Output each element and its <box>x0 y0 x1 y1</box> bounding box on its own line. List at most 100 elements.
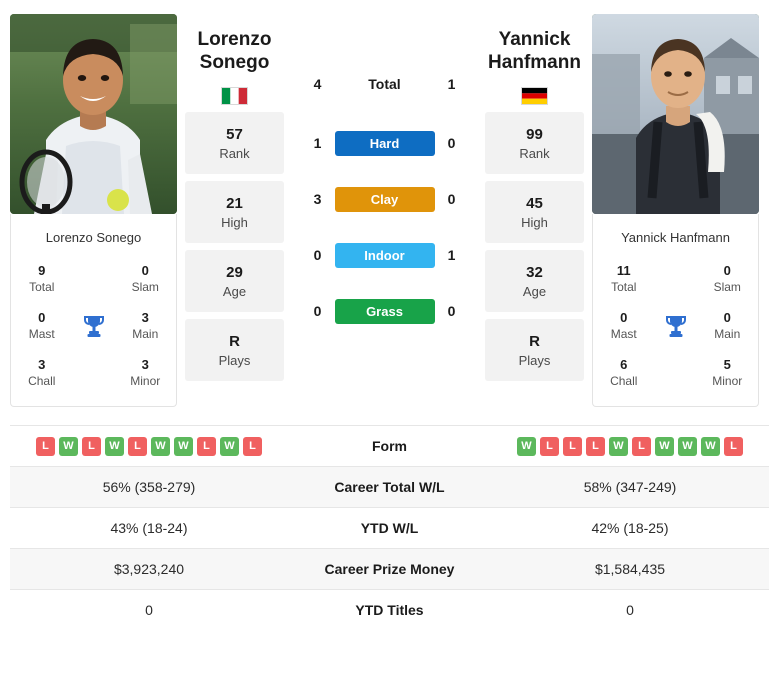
right-minor-titles: 5 Minor <box>697 356 759 389</box>
right-photo-caption: Yannick Hanfmann <box>621 230 730 245</box>
left-main-titles: 3 Main <box>115 309 177 342</box>
left-plays-label: Plays <box>218 353 251 368</box>
left-plays-value: R <box>229 333 240 350</box>
h2h-total-label: Total <box>368 75 401 92</box>
h2h-clay-right: 0 <box>447 191 456 207</box>
trophy-icon <box>73 314 115 338</box>
form-badge-w: W <box>220 436 239 456</box>
left-stat-high: 21 High <box>185 181 284 243</box>
left-high-label: High <box>221 215 248 230</box>
head-to-head-page: Lorenzo Sonego 9 Total 0 Slam 0 Mast 3 M… <box>0 0 779 699</box>
left-player-profile: Lorenzo Sonego 9 Total 0 Slam 0 Mast 3 M… <box>10 14 177 407</box>
form-badge-w: W <box>701 436 720 456</box>
left-titles-row-chall: 3 Chall 3 Minor <box>11 349 176 396</box>
h2h-hard-right: 0 <box>447 135 456 151</box>
form-badge-l: L <box>632 436 651 456</box>
form-badge-w: W <box>151 436 170 456</box>
trophy-icon <box>655 314 697 338</box>
left-rank-label: Rank <box>219 146 250 161</box>
h2h-clay-label[interactable]: Clay <box>334 186 435 212</box>
right-career-wl: 58% (347-249) <box>583 479 677 495</box>
left-titles-row-mast: 0 Mast 3 Main <box>11 302 176 349</box>
h2h-hard-left: 1 <box>313 135 322 151</box>
form-badge-l: L <box>563 436 582 456</box>
h2h-grass-right: 0 <box>447 303 456 319</box>
left-player-name: Lorenzo Sonego <box>185 14 284 74</box>
form-badge-l: L <box>243 436 262 456</box>
right-mast-value: 0 <box>620 310 628 325</box>
right-chall-value: 6 <box>620 357 628 372</box>
right-age-value: 32 <box>526 264 543 281</box>
left-career-wl: 56% (358-279) <box>102 479 196 495</box>
left-mast-value: 0 <box>38 310 46 325</box>
left-minor-value: 3 <box>141 357 149 372</box>
right-minor-value: 5 <box>723 357 731 372</box>
table-row-career-wl: 56% (358-279) Career Total W/L 58% (347-… <box>10 466 769 508</box>
left-chall-titles: 3 Chall <box>11 356 73 389</box>
left-prize-money: $3,923,240 <box>113 561 185 577</box>
form-badge-l: L <box>197 436 216 456</box>
right-total-titles: 11 Total <box>593 262 655 295</box>
right-chall-titles: 6 Chall <box>593 356 655 389</box>
left-titles-card: Lorenzo Sonego 9 Total 0 Slam 0 Mast 3 M… <box>10 214 177 407</box>
right-form-badges: WLLLWLWWWL <box>491 436 769 456</box>
form-badge-w: W <box>59 436 78 456</box>
left-total-titles: 9 Total <box>11 262 73 295</box>
right-chall-label: Chall <box>610 374 638 388</box>
h2h-surface-column: 4 Total 1 1 Hard 0 3 Clay 0 0 Indoor 1 0 <box>292 14 477 349</box>
right-titles-row-total: 11 Total 0 Slam <box>593 255 758 302</box>
right-mast-label: Mast <box>610 327 637 341</box>
right-ytd-titles: 0 <box>626 602 634 619</box>
h2h-indoor-left: 0 <box>313 247 322 263</box>
it-flag-icon <box>221 87 248 105</box>
right-titles-card: Yannick Hanfmann 11 Total 0 Slam 0 Mast … <box>592 214 759 407</box>
table-row-ytd-titles: 0 YTD Titles 0 <box>10 589 769 631</box>
left-form-cell: LWLWLWWLWL <box>10 426 288 467</box>
h2h-hard-label[interactable]: Hard <box>334 130 435 156</box>
h2h-grass-left: 0 <box>313 303 322 319</box>
left-chall-value: 3 <box>38 357 46 372</box>
right-player-photo <box>592 14 759 214</box>
ytd-wl-label: YTD W/L <box>360 520 419 536</box>
left-player-name-line1: Lorenzo <box>197 29 272 50</box>
right-player-profile: Yannick Hanfmann 11 Total 0 Slam 0 Mast … <box>592 14 759 407</box>
left-total-label: Total <box>29 280 55 294</box>
form-badge-w: W <box>678 436 697 456</box>
right-total-value: 11 <box>616 263 631 278</box>
right-slam-titles: 0 Slam <box>697 262 759 295</box>
right-plays-label: Plays <box>518 353 551 368</box>
right-rank-value: 99 <box>526 126 543 143</box>
right-prize-money: $1,584,435 <box>594 561 666 577</box>
left-ytd-wl: 43% (18-24) <box>110 520 188 536</box>
form-badge-l: L <box>36 436 55 456</box>
right-player-name: Yannick Hanfmann <box>485 14 584 74</box>
right-main-titles: 0 Main <box>697 309 759 342</box>
ytd-titles-label: YTD Titles <box>355 602 424 619</box>
right-form-cell: WLLLWLWWWL <box>491 426 769 467</box>
table-row-form: LWLWLWWLWL Form WLLLWLWWWL <box>10 425 769 467</box>
left-slam-titles: 0 Slam <box>115 262 177 295</box>
left-age-label: Age <box>222 284 247 299</box>
right-slam-label: Slam <box>713 280 741 294</box>
right-main-value: 0 <box>723 310 731 325</box>
h2h-grass-label[interactable]: Grass <box>334 298 435 324</box>
right-high-value: 45 <box>526 195 543 212</box>
top-comparison-section: Lorenzo Sonego 9 Total 0 Slam 0 Mast 3 M… <box>0 0 779 407</box>
h2h-row-clay: 3 Clay 0 <box>292 181 477 217</box>
form-badge-l: L <box>540 436 559 456</box>
form-badge-l: L <box>724 436 743 456</box>
left-total-value: 9 <box>38 263 46 278</box>
left-minor-label: Minor <box>130 374 161 388</box>
form-badge-w: W <box>609 436 628 456</box>
left-chall-label: Chall <box>28 374 56 388</box>
right-total-label: Total <box>611 280 637 294</box>
table-row-prize-money: $3,923,240 Career Prize Money $1,584,435 <box>10 548 769 590</box>
form-badge-l: L <box>82 436 101 456</box>
form-badge-w: W <box>105 436 124 456</box>
left-form-badges: LWLWLWWLWL <box>10 436 288 456</box>
h2h-indoor-label[interactable]: Indoor <box>334 242 435 268</box>
form-badge-w: W <box>517 436 536 456</box>
left-mast-label: Mast <box>28 327 55 341</box>
prize-money-label: Career Prize Money <box>324 561 455 577</box>
right-player-column: Yannick Hanfmann 99 Rank 45 High 32 Age … <box>477 14 592 381</box>
